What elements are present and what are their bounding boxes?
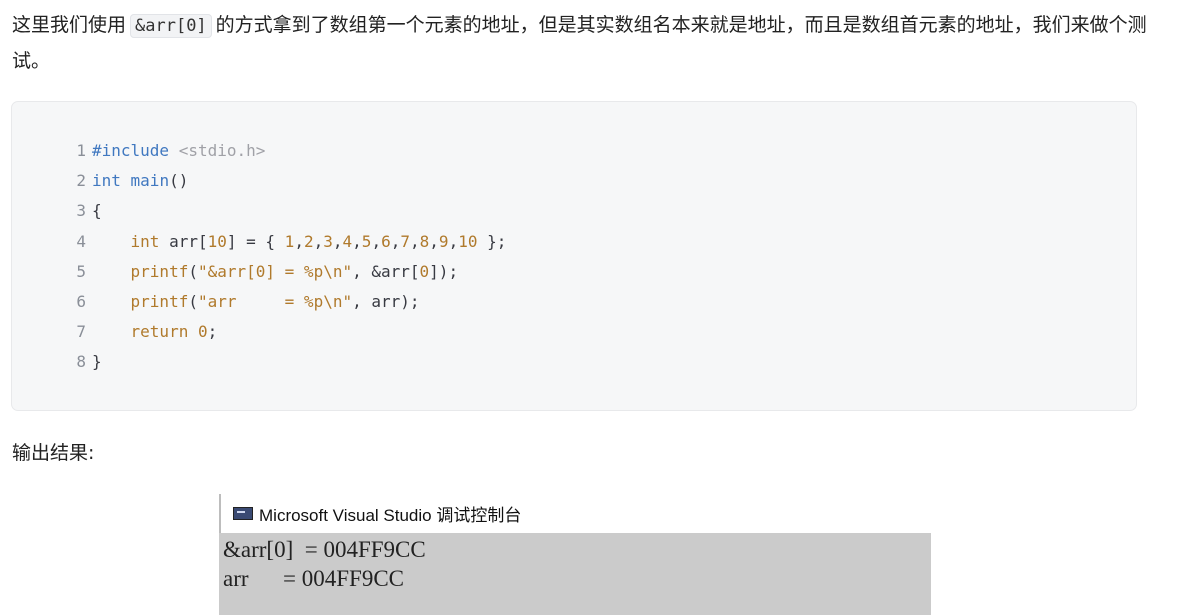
code-token: <stdio.h> — [169, 141, 266, 160]
code-token: 10 — [458, 231, 478, 251]
console-line: arr = 004FF9CC — [223, 566, 405, 591]
code-token: printf — [130, 291, 189, 311]
code-token: ( — [188, 261, 198, 281]
code-token: , — [390, 231, 401, 251]
line-number: 7 — [76, 322, 86, 342]
code-token: , — [410, 231, 420, 251]
code-token: int — [92, 171, 121, 191]
code-line: 3 { — [68, 196, 506, 226]
code-token: 8 — [419, 231, 430, 251]
line-number: 2 — [76, 171, 86, 191]
code-token: 6 — [381, 231, 391, 251]
code-token: return — [130, 322, 189, 342]
code-token: 3 — [323, 231, 333, 251]
line-number: 5 — [76, 261, 86, 281]
inline-code-arr0: &arr[0] — [130, 14, 212, 38]
console-output: &arr[0] = 004FF9CC arr = 004FF9CC — [219, 533, 931, 615]
console-titlebar: Microsoft Visual Studio 调试控制台 — [219, 494, 931, 533]
code-token: int — [130, 231, 160, 251]
code-token: 0 — [419, 261, 430, 281]
code-token: ( — [188, 291, 198, 311]
code-token: "&arr[0] = %p\n" — [197, 261, 353, 281]
code-token: 9 — [438, 231, 449, 251]
code-token: } — [92, 352, 102, 372]
code-token: "arr = %p\n" — [197, 291, 353, 311]
line-number: 6 — [76, 291, 86, 311]
code-token: printf — [130, 261, 189, 281]
code-token: , &arr[ — [352, 261, 420, 281]
code-token: ]); — [429, 261, 459, 281]
code-block: 1 #include <stdio.h> 2 int main() 3 { 4 … — [11, 101, 1137, 411]
code-line: 2 int main() — [68, 166, 506, 196]
code-token: 7 — [400, 231, 410, 251]
code-line: 7 return 0; — [68, 317, 506, 347]
code-token: 0 — [197, 322, 208, 342]
output-label: 输出结果: — [12, 442, 95, 464]
code-token: ; — [207, 322, 218, 342]
code-token: , — [352, 231, 362, 251]
line-number: 1 — [76, 141, 86, 160]
line-number: 3 — [76, 201, 86, 221]
code-token: 2 — [303, 231, 314, 251]
line-number: 4 — [76, 231, 86, 251]
code-line: 4 int arr[10] = { 1,2,3,4,5,6,7,8,9,10 }… — [68, 227, 506, 257]
code-token: #include — [92, 141, 170, 160]
code-token: , arr); — [352, 291, 420, 311]
code-token: , — [448, 231, 459, 251]
code-token: 1 — [284, 231, 295, 251]
code-token: , — [313, 231, 324, 251]
code-token: () — [169, 171, 189, 191]
console-line: &arr[0] = 004FF9CC — [223, 537, 426, 562]
console-app-icon — [233, 507, 253, 520]
code-token: 5 — [361, 231, 372, 251]
code-token: { — [92, 201, 102, 221]
code-line: 1 #include <stdio.h> — [68, 136, 506, 166]
console-title: Microsoft Visual Studio 调试控制台 — [259, 506, 522, 525]
code-token: , — [429, 231, 439, 251]
code-token: main — [120, 171, 170, 191]
code-line: 8 } — [68, 347, 506, 377]
code-token: }; — [477, 231, 507, 251]
intro-paragraph: 这里我们使用 &arr[0] 的方式拿到了数组第一个元素的地址，但是其实数组名本来就… — [12, 8, 1162, 79]
line-number: 8 — [76, 352, 86, 372]
code-line: 5 printf("&arr[0] = %p\n", &arr[0]); — [68, 257, 506, 287]
code-token: , — [332, 231, 343, 251]
code-token: ] = { — [226, 231, 285, 251]
code-token: arr[ — [159, 231, 208, 251]
code-line: 6 printf("arr = %p\n", arr); — [68, 287, 506, 317]
code-token: , — [294, 231, 304, 251]
code-token: , — [371, 231, 382, 251]
console-window: Microsoft Visual Studio 调试控制台 &arr[0] = … — [219, 494, 931, 615]
code-token: 4 — [342, 231, 353, 251]
code-token: 10 — [207, 231, 227, 251]
intro-text-before: 这里我们使用 — [12, 14, 127, 36]
code-lines: 1 #include <stdio.h> 2 int main() 3 { 4 … — [68, 136, 506, 378]
